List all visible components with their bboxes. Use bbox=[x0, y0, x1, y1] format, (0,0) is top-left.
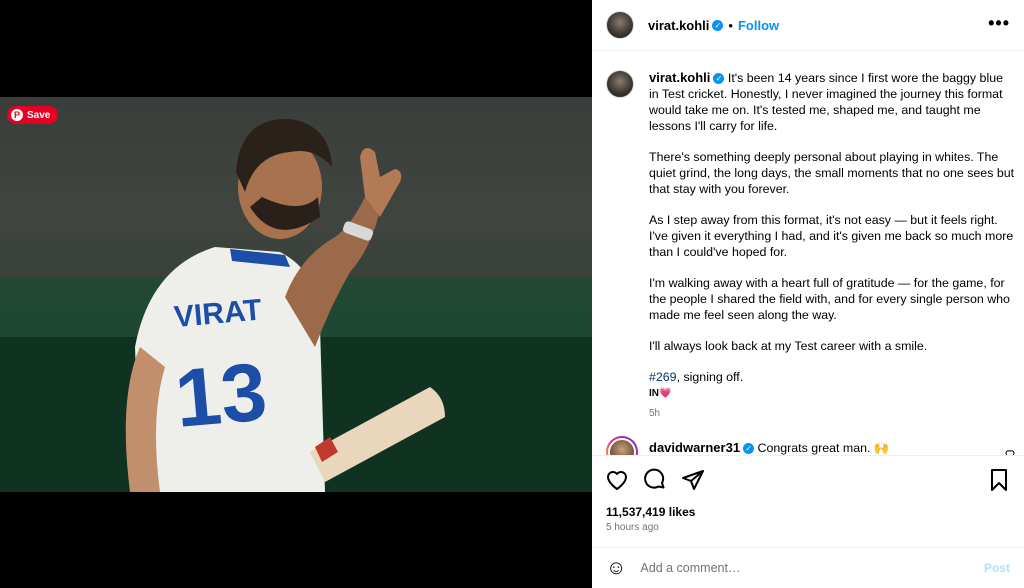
follow-button[interactable]: Follow bbox=[738, 18, 779, 33]
caption-signoff: #269, signing off. bbox=[649, 369, 1015, 385]
author-username[interactable]: virat.kohli bbox=[648, 18, 709, 33]
author-avatar[interactable] bbox=[606, 11, 634, 39]
heart-emoji-icon: 💗 bbox=[659, 388, 672, 399]
hashtag-link[interactable]: #269 bbox=[649, 370, 677, 384]
caption-text: virat.kohli ✓ It's been 14 years since I … bbox=[649, 70, 1015, 422]
bookmark-icon bbox=[991, 469, 1007, 491]
caption-username[interactable]: virat.kohli bbox=[649, 70, 710, 85]
post-comment-button[interactable]: Post bbox=[984, 561, 1010, 575]
caption-paragraph-3: As I step away from this format, it's no… bbox=[649, 213, 1014, 259]
post-photo[interactable]: VIRAT 13 bbox=[0, 97, 592, 492]
caption: virat.kohli ✓ It's been 14 years since I … bbox=[606, 70, 1016, 422]
comment-body: Congrats great man. 🙌 bbox=[757, 441, 890, 455]
comment-text: davidwarner31 ✓ Congrats great man. 🙌 bbox=[649, 436, 1004, 455]
like-comment-heart-icon[interactable] bbox=[1004, 448, 1016, 455]
emoji-picker-icon[interactable]: ☺ bbox=[606, 558, 626, 578]
sign-text: IN bbox=[649, 388, 659, 399]
pinterest-save-button[interactable]: P Save bbox=[7, 106, 59, 124]
cricketer-photo-illustration: VIRAT 13 bbox=[0, 97, 592, 492]
add-comment-bar: ☺ Post bbox=[592, 547, 1024, 588]
verified-badge-icon: ✓ bbox=[743, 443, 755, 455]
save-bookmark-button[interactable] bbox=[987, 468, 1011, 492]
caption-paragraph-4: I'm walking away with a heart full of gr… bbox=[649, 276, 1010, 322]
share-send-icon[interactable] bbox=[681, 468, 705, 492]
comment-item: davidwarner31 ✓ Congrats great man. 🙌 bbox=[606, 436, 1016, 455]
caption-paragraph-2: There's something deeply personal about … bbox=[649, 150, 1015, 196]
post-header: virat.kohli ✓ • Follow ••• bbox=[592, 0, 1024, 51]
pinterest-icon: P bbox=[11, 109, 23, 121]
verified-badge-icon: ✓ bbox=[712, 19, 724, 31]
likes-count[interactable]: 11,537,419 likes bbox=[606, 505, 695, 519]
caption-sign: IN💗 bbox=[649, 386, 1015, 402]
post-details-panel: virat.kohli ✓ • Follow ••• virat.kohli ✓ … bbox=[592, 0, 1024, 588]
commenter-avatar[interactable] bbox=[606, 436, 638, 455]
caption-timestamp[interactable]: 5h bbox=[649, 406, 1015, 422]
comment-input[interactable] bbox=[640, 561, 984, 575]
caption-author-avatar[interactable] bbox=[606, 70, 634, 98]
caption-paragraph-5: I'll always look back at my Test career … bbox=[649, 339, 928, 353]
post-timestamp[interactable]: 5 hours ago bbox=[606, 522, 659, 533]
more-options-icon[interactable]: ••• bbox=[988, 14, 1010, 32]
jersey-number-text: 13 bbox=[172, 346, 271, 445]
action-icons bbox=[605, 468, 705, 492]
save-label: Save bbox=[27, 109, 51, 121]
post-actions: 11,537,419 likes 5 hours ago bbox=[592, 455, 1024, 547]
caption-paragraph: virat.kohli ✓ It's been 14 years since I … bbox=[649, 70, 1015, 134]
comment-bubble-icon[interactable] bbox=[643, 468, 667, 492]
signoff-text: , signing off. bbox=[676, 370, 744, 384]
post-media-pane: VIRAT 13 P Save bbox=[0, 0, 592, 588]
verified-badge-icon: ✓ bbox=[713, 73, 725, 85]
commenter-username[interactable]: davidwarner31 bbox=[649, 440, 740, 455]
separator-dot: • bbox=[728, 17, 733, 33]
like-heart-icon[interactable] bbox=[605, 468, 629, 492]
comments-section[interactable]: virat.kohli ✓ It's been 14 years since I … bbox=[592, 52, 1024, 455]
